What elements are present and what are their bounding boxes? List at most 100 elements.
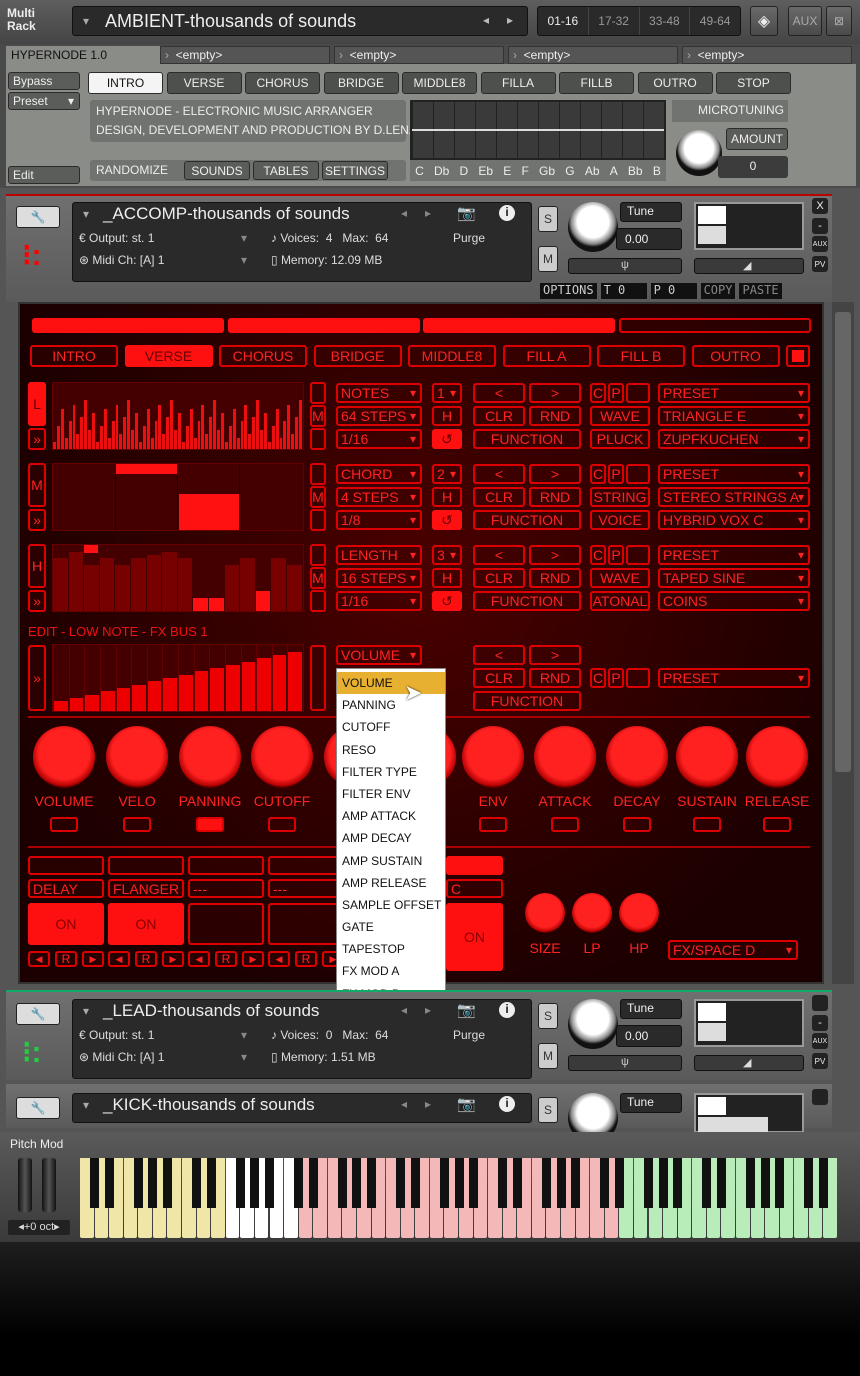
step-bar[interactable] <box>224 664 240 711</box>
page-button[interactable]: 49-64 <box>689 7 740 35</box>
step-bar[interactable] <box>240 558 255 611</box>
fx-name[interactable]: DELAY <box>28 879 104 898</box>
volume-slider[interactable]: ◢ <box>694 258 804 274</box>
fx-prev-button[interactable]: ◀ <box>28 951 50 967</box>
save-icon[interactable] <box>626 545 650 565</box>
step-bar[interactable] <box>119 434 123 449</box>
step-bar[interactable] <box>162 434 166 449</box>
step-bar[interactable] <box>185 425 189 449</box>
row-dropdown[interactable]: NOTES <box>336 383 422 403</box>
prev-icon[interactable]: ◂ <box>483 13 489 27</box>
script-tab[interactable]: › <empty> <box>160 46 330 64</box>
step-bar[interactable] <box>248 434 252 449</box>
black-key[interactable] <box>337 1158 347 1208</box>
reset-icon[interactable]: ↺ <box>432 429 462 449</box>
step-bar[interactable] <box>146 554 162 611</box>
menu-item-reso[interactable]: RESO <box>337 739 445 761</box>
knob-mod-box[interactable] <box>693 817 721 832</box>
chord-step[interactable] <box>115 464 177 474</box>
type-button[interactable]: ATONAL <box>590 591 650 611</box>
arranger-section-intro[interactable]: INTRO <box>30 345 118 367</box>
octave-selector[interactable]: ◂+0 oct▸ <box>8 1220 70 1235</box>
clear-button[interactable]: CLR <box>473 406 525 426</box>
arranger-section-outro[interactable]: OUTRO <box>691 345 780 367</box>
multi-title-box[interactable]: ▾ AMBIENT-thousands of sounds ◂ ▸ <box>72 6 528 36</box>
copy-button[interactable]: COPY <box>700 283 736 299</box>
edit-scroll-button[interactable] <box>310 645 326 711</box>
mute-button[interactable]: M <box>538 1043 558 1069</box>
step-bar[interactable] <box>53 701 68 711</box>
save-icon[interactable] <box>626 668 650 688</box>
fx-prev-button[interactable]: ◀ <box>108 951 130 967</box>
fx-prev-button[interactable]: ◀ <box>188 951 210 967</box>
reset-icon[interactable]: ↺ <box>432 591 462 611</box>
aux-button[interactable]: AUX <box>788 6 822 36</box>
step-bar[interactable] <box>80 417 84 449</box>
page-button[interactable]: 17-32 <box>587 7 639 35</box>
script-tab[interactable]: › <empty> <box>508 46 678 64</box>
function-button[interactable]: FUNCTION <box>473 429 581 449</box>
step-bar[interactable] <box>84 694 99 711</box>
black-key[interactable] <box>746 1158 756 1208</box>
step-bar[interactable] <box>99 558 115 611</box>
row-m-button[interactable]: M <box>310 567 326 589</box>
sounds-button[interactable]: SOUNDS <box>184 161 250 180</box>
tune-value[interactable]: 0.00 <box>616 1025 682 1047</box>
arranger-section-middle8[interactable]: MIDDLE8 <box>408 345 496 367</box>
aux-button[interactable]: AUX <box>812 1033 828 1049</box>
page-button[interactable]: 01-16 <box>538 7 588 35</box>
menu-item-amp-decay[interactable]: AMP DECAY <box>337 827 445 849</box>
pv-button[interactable]: PV <box>812 256 828 272</box>
copy-c-button[interactable]: C <box>590 668 606 688</box>
instrument-name[interactable]: _ACCOMP-thousands of sounds <box>103 204 350 224</box>
row-dropdown[interactable]: CHORD <box>336 464 422 484</box>
black-key[interactable] <box>352 1158 362 1208</box>
type-button[interactable]: VOICE <box>590 510 650 530</box>
scroll-up-button[interactable] <box>310 544 326 566</box>
step-bar[interactable] <box>283 421 287 449</box>
space-knob-size[interactable] <box>525 893 565 933</box>
step-bar[interactable] <box>232 408 236 449</box>
mute-button[interactable]: M <box>538 246 558 272</box>
step-bar[interactable] <box>115 564 130 611</box>
chevron-down-icon[interactable]: ▾ <box>241 1050 247 1064</box>
page-button[interactable]: 33-48 <box>638 7 690 35</box>
fx-random-button[interactable]: R <box>295 951 317 967</box>
row-dropdown[interactable]: 1/8 <box>336 510 422 530</box>
black-key[interactable] <box>541 1158 551 1208</box>
wrench-icon[interactable]: 🔧 <box>16 206 60 228</box>
step-bar[interactable] <box>142 425 146 449</box>
step-bar[interactable] <box>127 400 131 449</box>
step-bar[interactable] <box>287 651 302 711</box>
black-key[interactable] <box>308 1158 318 1208</box>
dropdown-icon[interactable]: ▾ <box>83 14 89 28</box>
step-bar[interactable] <box>99 691 115 711</box>
step-bar[interactable] <box>68 551 84 611</box>
camera-icon[interactable]: 📷 <box>457 1095 476 1113</box>
settings-button[interactable]: SETTINGS <box>322 161 388 180</box>
black-key[interactable] <box>367 1158 377 1208</box>
random-button[interactable]: RND <box>529 406 581 426</box>
function-button[interactable]: FUNCTION <box>473 510 581 530</box>
black-key[interactable] <box>775 1158 785 1208</box>
step-bar[interactable] <box>72 404 76 449</box>
knob-mod-box[interactable] <box>479 817 507 832</box>
fx-on-button[interactable]: ON <box>446 903 503 971</box>
row-lane-button[interactable]: H <box>28 544 46 588</box>
step-bar[interactable] <box>224 442 228 449</box>
step-bar[interactable] <box>107 438 111 449</box>
step-bar[interactable] <box>138 442 142 449</box>
paste-p-button[interactable]: P <box>608 383 624 403</box>
fx-random-button[interactable]: R <box>135 951 157 967</box>
dropdown-icon[interactable]: ▾ <box>83 1098 89 1112</box>
row-dropdown[interactable]: 1/16 <box>336 429 422 449</box>
volume-handle[interactable]: ◢ <box>743 1056 751 1069</box>
section-button-middle8[interactable]: MIDDLE8 <box>402 72 477 94</box>
step-bar[interactable] <box>209 668 224 711</box>
scroll-down-button[interactable] <box>310 428 326 450</box>
fx-next-button[interactable]: ▶ <box>242 951 264 967</box>
info-icon[interactable]: i <box>499 205 515 221</box>
row-ff-button[interactable]: » <box>28 590 46 612</box>
random-button[interactable]: RND <box>529 487 581 507</box>
menu-item-amp-sustain[interactable]: AMP SUSTAIN <box>337 850 445 872</box>
